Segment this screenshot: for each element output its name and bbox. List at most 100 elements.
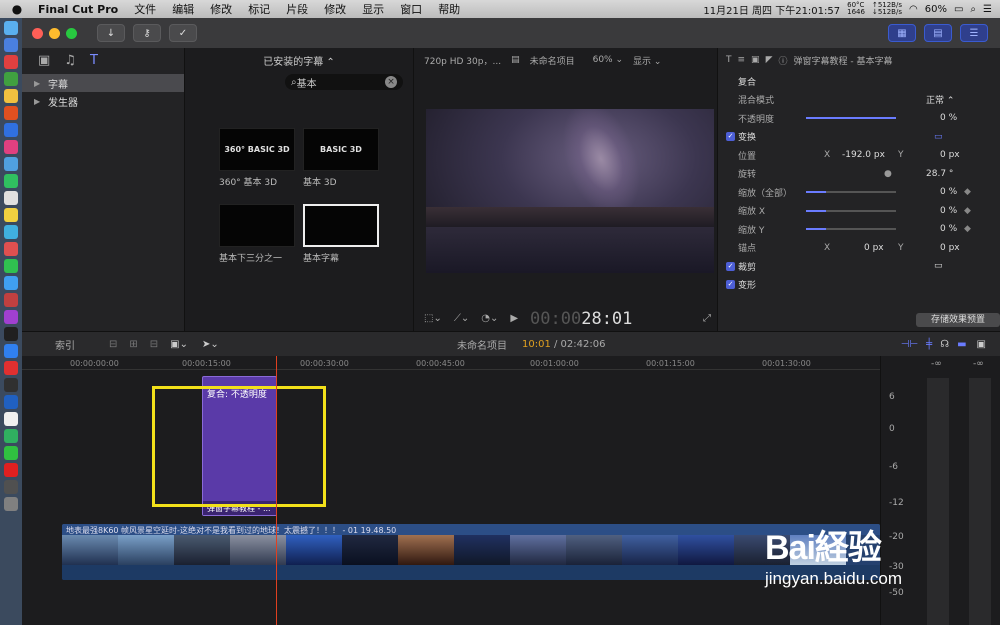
app-icon[interactable] <box>4 72 18 86</box>
pos-x-value[interactable]: -192.0 px <box>842 150 885 160</box>
wechat-icon[interactable] <box>4 446 18 460</box>
clip-appearance-icon[interactable]: ▣ <box>977 339 986 350</box>
search-input[interactable]: 基本 <box>297 75 317 90</box>
paragraph-icon[interactable]: ≡ <box>738 55 746 65</box>
menu-app[interactable]: Final Cut Pro <box>34 3 126 16</box>
select-tool-icon[interactable]: ➤⌄ <box>202 339 219 350</box>
rotation-dial-icon[interactable]: ● <box>884 169 892 179</box>
main-video-clip[interactable]: 地表最强8K60 帧风景星空延时-这绝对不是我看到过的地球！太震撼了！！！ - … <box>62 524 880 580</box>
clear-search-icon[interactable]: × <box>385 76 397 88</box>
notes-icon[interactable] <box>4 208 18 222</box>
play-icon[interactable]: ▶ <box>510 313 518 324</box>
podcast-icon[interactable] <box>4 310 18 324</box>
anchor-x-value[interactable]: 0 px <box>864 243 884 253</box>
zoom-button[interactable] <box>66 27 77 39</box>
speed-icon[interactable]: ◔⌄ <box>481 313 498 324</box>
menu-edit[interactable]: 编辑 <box>164 1 202 17</box>
app-icon[interactable] <box>4 89 18 103</box>
import-button[interactable]: ↓ <box>97 24 125 42</box>
scale-all-slider[interactable] <box>806 191 896 194</box>
snapping-icon[interactable]: ╪ <box>926 339 932 350</box>
appstore-icon[interactable] <box>4 344 18 358</box>
menu-window[interactable]: 窗口 <box>392 1 430 17</box>
playhead[interactable] <box>276 356 277 625</box>
menu-clip[interactable]: 片段 <box>278 1 316 17</box>
app-icon[interactable] <box>4 429 18 443</box>
close-button[interactable] <box>32 27 43 39</box>
display-dropdown[interactable]: 显示 ⌄ <box>633 54 661 67</box>
app-icon[interactable] <box>4 276 18 290</box>
background-tasks-button[interactable]: ✓ <box>169 24 197 42</box>
app-icon[interactable] <box>4 412 18 426</box>
pos-y-value[interactable]: 0 px <box>940 150 960 160</box>
info-inspector-icon[interactable]: ⓘ <box>778 54 787 67</box>
wifi-icon[interactable]: ◠ <box>909 4 918 15</box>
scale-x-value[interactable]: 0 % <box>940 206 957 216</box>
inspector-toggle-button[interactable]: ☰ <box>960 24 988 42</box>
crop-section[interactable]: ✓ 裁剪 ▭ <box>718 257 1000 276</box>
browser-toggle-button[interactable]: ▦ <box>888 24 916 42</box>
timeline-toggle-button[interactable]: ▤ <box>924 24 952 42</box>
battery-text[interactable]: 60% <box>925 4 947 15</box>
keyword-button[interactable]: ⚷ <box>133 24 161 42</box>
keyframe-icon[interactable]: ◆ <box>964 206 971 216</box>
search-icon[interactable]: ⌕ <box>970 4 976 15</box>
fullscreen-icon[interactable]: ⤢ <box>703 313 711 324</box>
title-thumb-lower-third[interactable]: 基本下三分之一 <box>219 204 295 264</box>
viewer-image[interactable] <box>426 109 714 273</box>
color-inspector-icon[interactable]: ◤ <box>766 55 773 65</box>
scale-y-slider[interactable] <box>806 228 896 231</box>
edit-insert-icon[interactable]: ⊞ <box>129 339 137 350</box>
zoom-dropdown[interactable]: 60% ⌄ <box>593 55 623 65</box>
transform-section[interactable]: ✓ 变换 ▭ <box>718 128 1000 147</box>
launchpad-icon[interactable] <box>4 38 18 52</box>
menu-file[interactable]: 文件 <box>126 1 164 17</box>
app-icon[interactable] <box>4 293 18 307</box>
transform-icon[interactable]: ⬚⌄ <box>424 313 442 324</box>
crop-onscreen-icon[interactable]: ▭ <box>934 261 943 271</box>
edit-overwrite-icon[interactable]: ▣⌄ <box>170 339 188 350</box>
distort-section[interactable]: ✓ 变形 <box>718 276 1000 295</box>
crop-checkbox[interactable]: ✓ <box>726 261 735 271</box>
disclosure-icon[interactable]: ▶ <box>34 79 48 88</box>
calendar-icon[interactable] <box>4 191 18 205</box>
title-thumb-basic-3d[interactable]: BASIC 3D 基本 3D <box>303 128 379 188</box>
timeline-ruler[interactable]: 00:00:00:00 00:00:15:00 00:00:30:00 00:0… <box>22 356 880 370</box>
app-icon[interactable] <box>4 157 18 171</box>
menu-modify[interactable]: 修改 <box>202 1 240 17</box>
menu-view[interactable]: 显示 <box>354 1 392 17</box>
blend-dropdown[interactable]: 正常 ⌃ <box>926 93 954 106</box>
app-icon[interactable] <box>4 140 18 154</box>
installed-titles-dropdown[interactable]: 已安装的字幕 ⌃ <box>185 48 413 72</box>
skimming-icon[interactable]: ⊣⊢ <box>901 339 918 350</box>
keyframe-icon[interactable]: ◆ <box>964 224 971 234</box>
app-icon[interactable] <box>4 463 18 477</box>
minimize-button[interactable] <box>49 27 60 39</box>
music-tab-icon[interactable]: ♫ <box>64 53 76 68</box>
text-inspector-icon[interactable]: T <box>726 55 732 65</box>
scale-y-value[interactable]: 0 % <box>940 224 957 234</box>
format-label[interactable]: 720p HD 30p，... <box>424 54 501 67</box>
app-icon[interactable] <box>4 174 18 188</box>
battery-icon[interactable]: ▭ <box>954 4 963 15</box>
app-icon[interactable] <box>4 361 18 375</box>
scale-all-value[interactable]: 0 % <box>940 187 957 197</box>
transform-checkbox[interactable]: ✓ <box>726 132 735 142</box>
video-inspector-icon[interactable]: ▣ <box>751 55 760 65</box>
scale-x-slider[interactable] <box>806 209 896 212</box>
datetime[interactable]: 11月21日 周四 下午21:01:57 <box>703 2 840 17</box>
menu-list-icon[interactable]: ☰ <box>983 4 992 15</box>
titles-tab-icon[interactable]: T <box>90 53 98 68</box>
messages-icon[interactable] <box>4 259 18 273</box>
retime-icon[interactable]: ⟋⌄ <box>454 313 469 324</box>
headphones-icon[interactable]: ☊ <box>940 339 949 350</box>
edit-append-icon[interactable]: ⊟ <box>150 339 158 350</box>
keyframe-icon[interactable]: ◆ <box>964 187 971 197</box>
tv-icon[interactable] <box>4 327 18 341</box>
finder-icon[interactable] <box>4 21 18 35</box>
app-icon[interactable] <box>4 55 18 69</box>
transform-onscreen-icon[interactable]: ▭ <box>934 132 943 142</box>
app-icon[interactable] <box>4 242 18 256</box>
chrome-icon[interactable] <box>4 106 18 120</box>
distort-checkbox[interactable]: ✓ <box>726 280 735 290</box>
